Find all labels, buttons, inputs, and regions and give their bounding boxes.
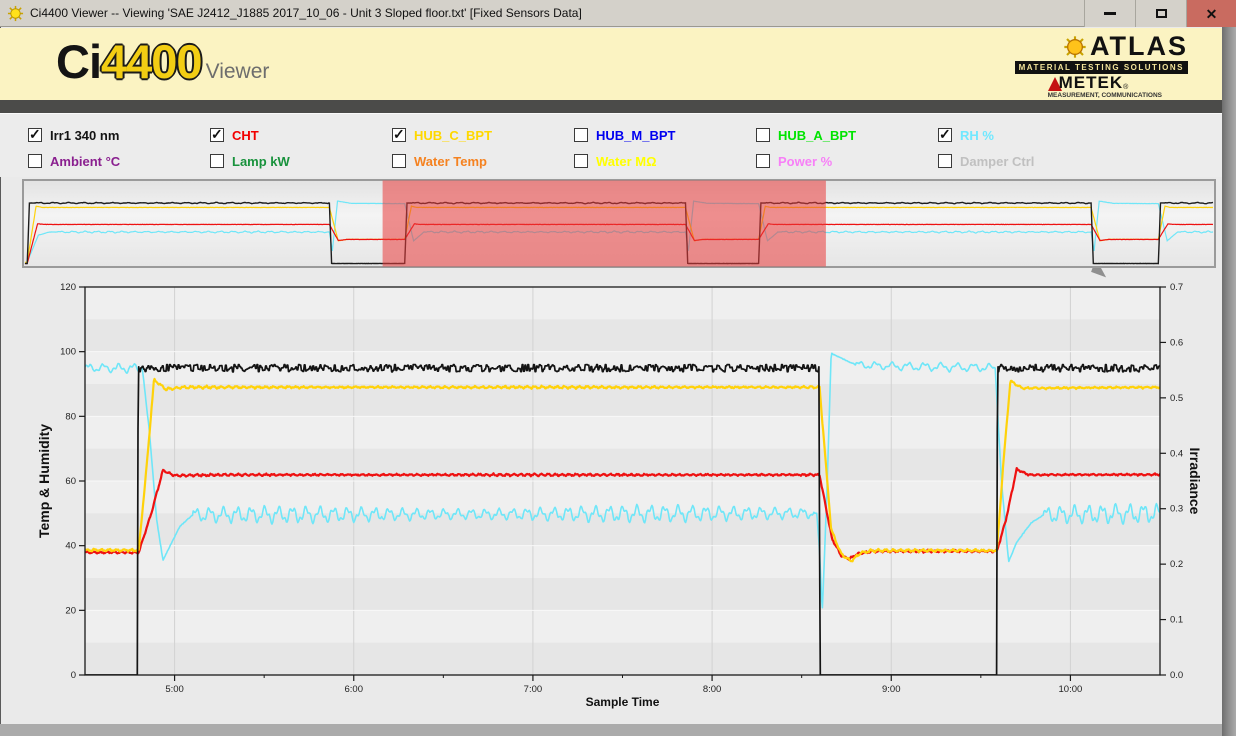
legend-item-damper-ctrl[interactable]: Damper Ctrl bbox=[938, 154, 1120, 169]
atlas-name: ATLAS bbox=[1090, 33, 1188, 60]
ytick-right: 0.7 bbox=[1170, 282, 1183, 293]
window-frame-right bbox=[1222, 27, 1236, 736]
checkbox[interactable] bbox=[574, 154, 588, 168]
xtick: 10:00 bbox=[1059, 684, 1083, 695]
legend-item-label: Water MΩ bbox=[596, 154, 657, 169]
legend-item-label: Irr1 340 nm bbox=[50, 128, 119, 143]
logo-ci-text: Ci bbox=[56, 35, 101, 88]
legend-item-rh-[interactable]: RH % bbox=[938, 128, 1120, 143]
channel-legend-panel: Irr1 340 nm CHT HUB_C_BPT HUB_M_BPT HUB_A_BP… bbox=[0, 113, 1222, 177]
ytick-left: 40 bbox=[65, 541, 76, 552]
legend-item-label: Lamp kW bbox=[232, 154, 290, 169]
minimize-button[interactable] bbox=[1084, 0, 1135, 27]
legend-item-hub-m-bpt[interactable]: HUB_M_BPT bbox=[574, 128, 756, 143]
ytick-left: 60 bbox=[65, 476, 76, 487]
checkbox[interactable] bbox=[756, 128, 770, 142]
legend-item-power-[interactable]: Power % bbox=[756, 154, 938, 169]
legend-item-label: HUB_M_BPT bbox=[596, 128, 675, 143]
legend-item-hub-a-bpt[interactable]: HUB_A_BPT bbox=[756, 128, 938, 143]
atlas-sun-icon bbox=[1063, 35, 1087, 59]
title-bar[interactable]: Ci4400 Viewer -- Viewing 'SAE J2412_J188… bbox=[0, 0, 1236, 27]
main-chart[interactable]: 0 20 40 60 80 100 120 0.0 0.1 0.2 0.3 0.4 0.5 0.6 0.7 5… bbox=[0, 272, 1222, 729]
ytick-right: 0.2 bbox=[1170, 559, 1183, 570]
maximize-icon bbox=[1156, 9, 1167, 18]
ytick-right: 0.1 bbox=[1170, 615, 1183, 626]
checkbox[interactable] bbox=[28, 154, 42, 168]
ytick-left: 100 bbox=[60, 347, 76, 358]
xtick: 6:00 bbox=[345, 684, 364, 695]
minimize-icon bbox=[1104, 12, 1116, 15]
close-icon: ✕ bbox=[1206, 7, 1218, 21]
checkbox[interactable] bbox=[28, 128, 42, 142]
checkbox[interactable] bbox=[392, 128, 406, 142]
atlas-logo: ATLAS MATERIAL TESTING SOLUTIONS bbox=[1015, 33, 1188, 74]
ytick-left: 0 bbox=[71, 670, 76, 681]
xtick: 5:00 bbox=[165, 684, 184, 695]
ytick-right: 0.5 bbox=[1170, 393, 1183, 404]
app-header: Ci4400Viewer ATLAS MATERIAL TESTING SOLU… bbox=[0, 28, 1222, 100]
legend-item-label: CHT bbox=[232, 128, 259, 143]
legend-item-label: HUB_C_BPT bbox=[414, 128, 492, 143]
legend-item-water-m-[interactable]: Water MΩ bbox=[574, 154, 756, 169]
ametek-reg-mark: ® bbox=[1123, 84, 1128, 91]
legend-item-label: HUB_A_BPT bbox=[778, 128, 856, 143]
legend-item-label: Ambient °C bbox=[50, 154, 120, 169]
checkbox[interactable] bbox=[210, 154, 224, 168]
checkbox[interactable] bbox=[392, 154, 406, 168]
legend-item-water-temp[interactable]: Water Temp bbox=[392, 154, 574, 169]
header-divider-bar bbox=[0, 100, 1222, 113]
ci4400-viewer-window: Ci4400 Viewer -- Viewing 'SAE J2412_J188… bbox=[0, 0, 1236, 736]
window-frame-bottom bbox=[0, 724, 1222, 736]
ytick-right: 0.0 bbox=[1170, 670, 1183, 681]
xtick: 8:00 bbox=[703, 684, 722, 695]
right-axis-title: Irradiance bbox=[1187, 448, 1203, 515]
ytick-right: 0.3 bbox=[1170, 504, 1183, 515]
close-button[interactable]: ✕ bbox=[1186, 0, 1236, 27]
left-axis-title: Temp & Humidity bbox=[36, 424, 52, 538]
ytick-left: 120 bbox=[60, 282, 76, 293]
window-title: Ci4400 Viewer -- Viewing 'SAE J2412_J188… bbox=[30, 6, 582, 20]
selection-region[interactable] bbox=[383, 181, 826, 267]
logo-model-text: 4400 bbox=[101, 35, 202, 88]
checkbox[interactable] bbox=[210, 128, 224, 142]
legend-item-label: Damper Ctrl bbox=[960, 154, 1034, 169]
legend-item-ambient-c[interactable]: Ambient °C bbox=[28, 154, 210, 169]
logo-viewer-text: Viewer bbox=[206, 60, 270, 83]
overview-strip[interactable] bbox=[22, 179, 1216, 273]
ytick-right: 0.4 bbox=[1170, 448, 1183, 459]
xtick: 7:00 bbox=[524, 684, 543, 695]
ytick-right: 0.6 bbox=[1170, 337, 1183, 348]
checkbox[interactable] bbox=[938, 128, 952, 142]
legend-item-cht[interactable]: CHT bbox=[210, 128, 392, 143]
legend-item-lamp-kw[interactable]: Lamp kW bbox=[210, 154, 392, 169]
xtick: 9:00 bbox=[882, 684, 901, 695]
legend-item-label: Water Temp bbox=[414, 154, 487, 169]
ametek-name: METEK bbox=[1059, 74, 1124, 91]
checkbox[interactable] bbox=[938, 154, 952, 168]
ci4400-logo: Ci4400Viewer bbox=[56, 34, 269, 89]
maximize-button[interactable] bbox=[1135, 0, 1186, 27]
legend-item-irr1-340-nm[interactable]: Irr1 340 nm bbox=[28, 128, 210, 143]
app-sun-icon bbox=[7, 5, 24, 22]
legend-item-hub-c-bpt[interactable]: HUB_C_BPT bbox=[392, 128, 574, 143]
legend-item-label: Power % bbox=[778, 154, 832, 169]
legend-item-label: RH % bbox=[960, 128, 994, 143]
checkbox[interactable] bbox=[574, 128, 588, 142]
checkbox[interactable] bbox=[756, 154, 770, 168]
ametek-caption-1: MEASUREMENT, COMMUNICATIONS bbox=[1048, 92, 1162, 100]
ytick-left: 20 bbox=[65, 605, 76, 616]
x-axis-title: Sample Time bbox=[586, 695, 660, 709]
ytick-left: 80 bbox=[65, 411, 76, 422]
